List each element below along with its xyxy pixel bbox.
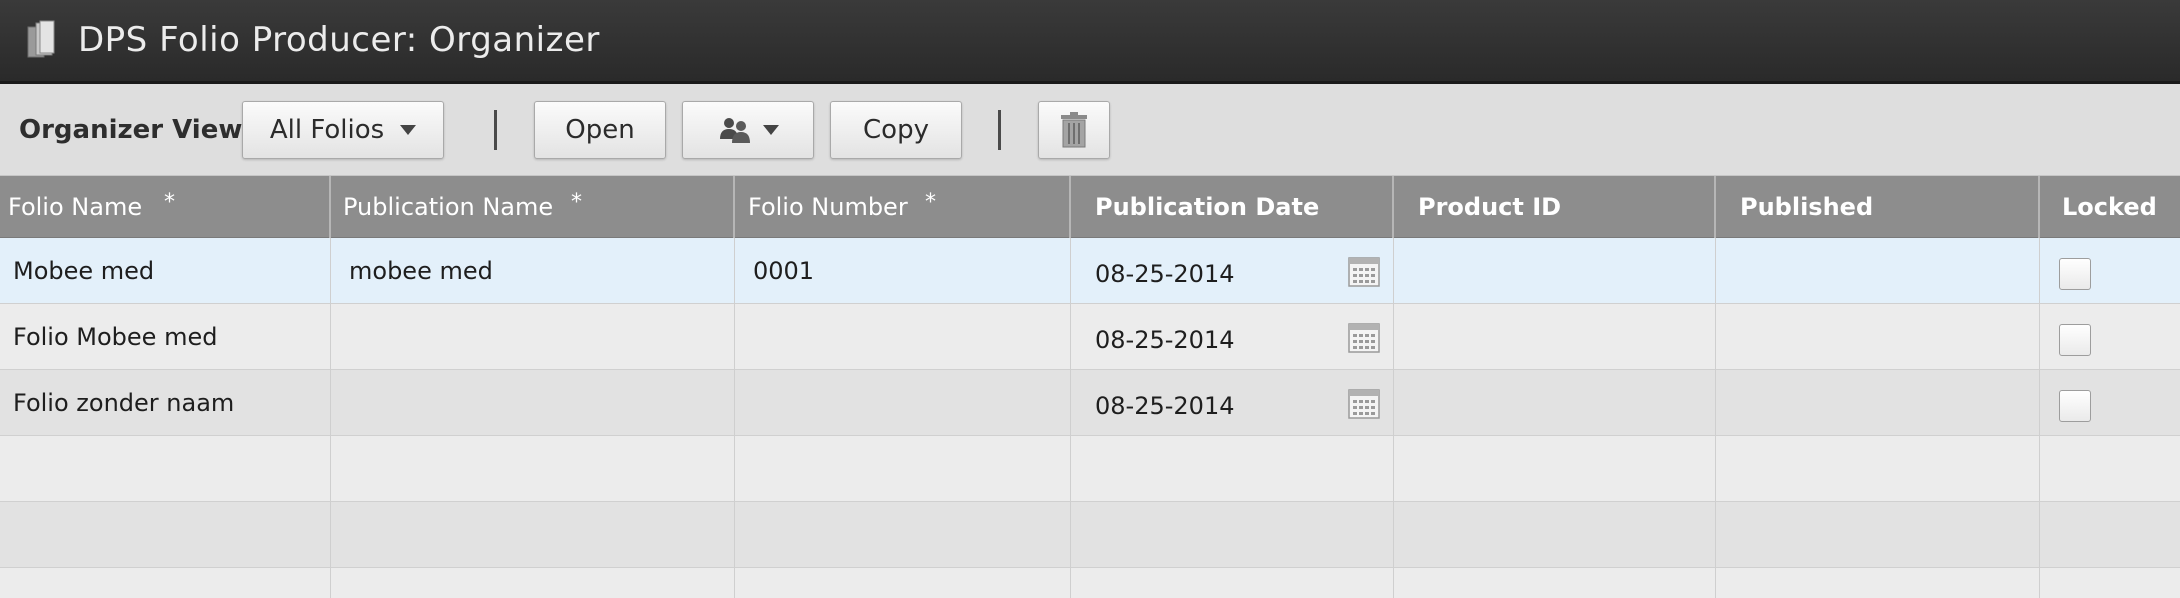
folio-book-icon	[27, 20, 55, 58]
empty-cell	[2040, 436, 2180, 502]
empty-cell	[1716, 502, 2040, 568]
empty-cell	[1071, 436, 1394, 502]
folio-name-cell[interactable]: Folio zonder naam	[0, 370, 331, 436]
toolbar: Organizer View: All Folios Open Copy	[0, 84, 2180, 176]
locked-checkbox[interactable]	[2059, 258, 2091, 290]
empty-row	[0, 502, 2180, 568]
published-cell	[1716, 304, 2040, 370]
table-row[interactable]: Folio Mobee med 08-25-2014	[0, 304, 2180, 370]
column-header-product-id[interactable]: Product ID	[1394, 176, 1716, 238]
column-header-folio-number[interactable]: Folio Number *	[735, 176, 1071, 238]
folio-number-cell[interactable]	[735, 304, 1071, 370]
empty-cell	[2040, 502, 2180, 568]
chevron-down-icon	[763, 125, 779, 135]
publication-date-value: 08-25-2014	[1095, 326, 1235, 354]
required-marker: *	[164, 190, 175, 215]
empty-cell	[735, 502, 1071, 568]
locked-checkbox[interactable]	[2059, 324, 2091, 356]
publication-date-cell[interactable]: 08-25-2014	[1071, 370, 1394, 436]
locked-cell	[2040, 238, 2180, 304]
share-button[interactable]	[682, 101, 814, 159]
empty-cell	[1394, 568, 1716, 598]
empty-cell	[1716, 568, 2040, 598]
empty-cell	[1716, 436, 2040, 502]
folio-name-cell[interactable]: Folio Mobee med	[0, 304, 331, 370]
published-cell	[1716, 238, 2040, 304]
app-title: DPS Folio Producer: Organizer	[78, 20, 600, 60]
table-header: Folio Name * Publication Name * Folio Nu…	[0, 176, 2180, 238]
calendar-icon[interactable]	[1348, 256, 1380, 288]
trash-icon	[1061, 112, 1087, 148]
empty-cell	[331, 436, 735, 502]
empty-cell	[735, 436, 1071, 502]
empty-row	[0, 436, 2180, 502]
table-row[interactable]: Mobee med mobee med 0001 08-25-2014	[0, 238, 2180, 304]
empty-cell	[1394, 502, 1716, 568]
publication-name-cell[interactable]: mobee med	[331, 238, 735, 304]
publication-date-value: 08-25-2014	[1095, 392, 1235, 420]
publication-name-cell[interactable]	[331, 304, 735, 370]
column-header-publication-name[interactable]: Publication Name *	[331, 176, 735, 238]
organizer-view-value: All Folios	[269, 115, 385, 145]
folio-number-cell[interactable]	[735, 370, 1071, 436]
empty-cell	[0, 502, 331, 568]
copy-button-label: Copy	[863, 115, 929, 145]
publication-name-cell[interactable]	[331, 370, 735, 436]
empty-cell	[1071, 502, 1394, 568]
product-id-cell[interactable]	[1394, 238, 1716, 304]
chevron-down-icon	[400, 125, 417, 135]
open-button-label: Open	[565, 115, 635, 145]
organizer-view-label: Organizer View:	[19, 115, 253, 145]
toolbar-divider	[494, 110, 497, 150]
users-icon	[720, 118, 750, 143]
publication-date-value: 08-25-2014	[1095, 260, 1235, 288]
column-header-published[interactable]: Published	[1716, 176, 2040, 238]
folio-table: Folio Name * Publication Name * Folio Nu…	[0, 176, 2180, 598]
column-header-publication-date[interactable]: Publication Date	[1071, 176, 1394, 238]
publication-date-cell[interactable]: 08-25-2014	[1071, 304, 1394, 370]
empty-row	[0, 568, 2180, 598]
empty-cell	[331, 502, 735, 568]
locked-checkbox[interactable]	[2059, 390, 2091, 422]
calendar-icon[interactable]	[1348, 322, 1380, 354]
locked-cell	[2040, 370, 2180, 436]
publication-date-cell[interactable]: 08-25-2014	[1071, 238, 1394, 304]
open-button[interactable]: Open	[534, 101, 666, 159]
required-marker: *	[925, 190, 936, 215]
organizer-view-dropdown[interactable]: All Folios	[242, 101, 444, 159]
calendar-icon[interactable]	[1348, 388, 1380, 420]
published-cell	[1716, 370, 2040, 436]
empty-cell	[735, 568, 1071, 598]
copy-button[interactable]: Copy	[830, 101, 962, 159]
column-header-locked[interactable]: Locked	[2040, 176, 2180, 238]
empty-cell	[0, 568, 331, 598]
column-header-folio-name[interactable]: Folio Name *	[0, 176, 331, 238]
title-bar: DPS Folio Producer: Organizer	[0, 0, 2180, 84]
delete-button[interactable]	[1038, 101, 1110, 159]
locked-cell	[2040, 304, 2180, 370]
product-id-cell[interactable]	[1394, 370, 1716, 436]
empty-cell	[331, 568, 735, 598]
empty-cell	[2040, 568, 2180, 598]
toolbar-divider	[998, 110, 1001, 150]
empty-cell	[1071, 568, 1394, 598]
empty-cell	[1394, 436, 1716, 502]
table-row[interactable]: Folio zonder naam 08-25-2014	[0, 370, 2180, 436]
required-marker: *	[571, 190, 582, 215]
folio-number-cell[interactable]: 0001	[735, 238, 1071, 304]
product-id-cell[interactable]	[1394, 304, 1716, 370]
empty-cell	[0, 436, 331, 502]
folio-name-cell[interactable]: Mobee med	[0, 238, 331, 304]
